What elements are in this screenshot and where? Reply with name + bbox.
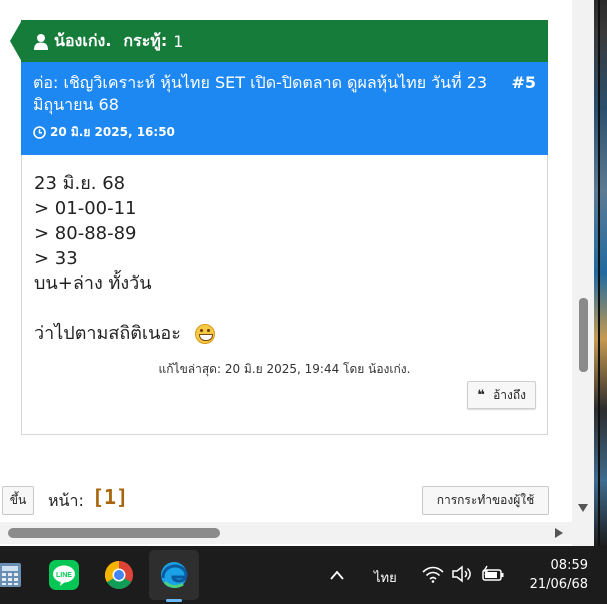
scroll-right-arrow-icon[interactable]	[555, 528, 563, 538]
edge-icon[interactable]	[158, 559, 190, 591]
content-line: > 33	[34, 248, 78, 269]
page-label: หน้า:	[48, 491, 84, 510]
edit-note: แก้ไขล่าสุด: 20 มิ.ย 2025, 19:44 โดย น้อ…	[158, 362, 411, 376]
post-number[interactable]: #5	[511, 72, 536, 94]
battery-icon[interactable]	[481, 565, 505, 587]
grin-emoji-icon	[194, 323, 215, 344]
scroll-down-arrow-icon[interactable]	[578, 504, 588, 512]
system-clock[interactable]: 08:59 21/06/68	[510, 556, 588, 594]
wifi-icon[interactable]	[422, 565, 444, 587]
post-date-text: 20 มิ.ย 2025, 16:50	[50, 125, 175, 139]
volume-icon[interactable]	[452, 565, 472, 587]
desktop-background-edge	[594, 0, 607, 546]
vertical-scroll-thumb[interactable]	[579, 298, 588, 372]
user-icon	[34, 33, 48, 50]
post-body: 23 มิ.ย. 68 > 01-00-11 > 80-88-89 > 33 บ…	[21, 155, 548, 435]
active-app-indicator	[166, 599, 182, 602]
post-content: 23 มิ.ย. 68 > 01-00-11 > 80-88-89 > 33 บ…	[34, 171, 215, 346]
posts-count: 1	[173, 31, 184, 51]
browser-viewport: น้องเก่ง. กระทู้: 1 ต่อ: เชิญวิเคราะห์ ห…	[0, 0, 572, 546]
content-line: 23 มิ.ย. 68	[34, 173, 126, 194]
signature-text: ว่าไปตามสถิติเนอะ	[34, 323, 181, 344]
chrome-icon[interactable]	[103, 559, 135, 591]
author-name: น้องเก่ง.	[54, 30, 112, 50]
author-link[interactable]: น้องเก่ง.	[33, 29, 111, 54]
clock-icon	[33, 126, 46, 139]
content-line: บน+ล่าง ทั้งวัน	[34, 273, 152, 294]
quote-label: อ้างถึง	[493, 387, 526, 402]
svg-text:LINE: LINE	[56, 572, 72, 579]
vertical-scrollbar[interactable]	[572, 0, 594, 546]
chevron-up-icon[interactable]	[329, 566, 345, 585]
posts-label: กระทู้:	[123, 30, 168, 50]
clock-date: 21/06/68	[529, 577, 588, 592]
horizontal-scrollbar[interactable]	[0, 522, 572, 544]
line-icon[interactable]: LINE	[48, 559, 80, 591]
taskbar: LINE ไทย 08:59 21/06/68	[0, 546, 607, 604]
quote-icon: ❝	[477, 387, 486, 403]
post-header: ต่อ: เชิญวิเคราะห์ หุ้นไทย SET เปิด-ปิดต…	[21, 62, 548, 155]
language-indicator[interactable]: ไทย	[374, 567, 397, 588]
signature-line: ว่าไปตามสถิติเนอะ	[34, 321, 215, 346]
quote-button[interactable]: ❝ อ้างถึง	[467, 381, 536, 409]
author-ribbon: น้องเก่ง. กระทู้: 1	[21, 20, 548, 62]
user-actions-button[interactable]: การกระทำของผู้ใช้	[422, 486, 549, 515]
content-line: > 80-88-89	[34, 223, 137, 244]
calculator-icon[interactable]	[0, 559, 26, 591]
page-number: [1]	[92, 485, 129, 509]
clock-time: 08:59	[550, 558, 588, 573]
post-date: 20 มิ.ย 2025, 16:50	[33, 123, 175, 142]
horizontal-scroll-thumb[interactable]	[8, 528, 220, 538]
scroll-top-button[interactable]: ขึ้น	[2, 486, 34, 515]
content-line: > 01-00-11	[34, 198, 137, 219]
post-title[interactable]: ต่อ: เชิญวิเคราะห์ หุ้นไทย SET เปิด-ปิดต…	[33, 72, 488, 116]
